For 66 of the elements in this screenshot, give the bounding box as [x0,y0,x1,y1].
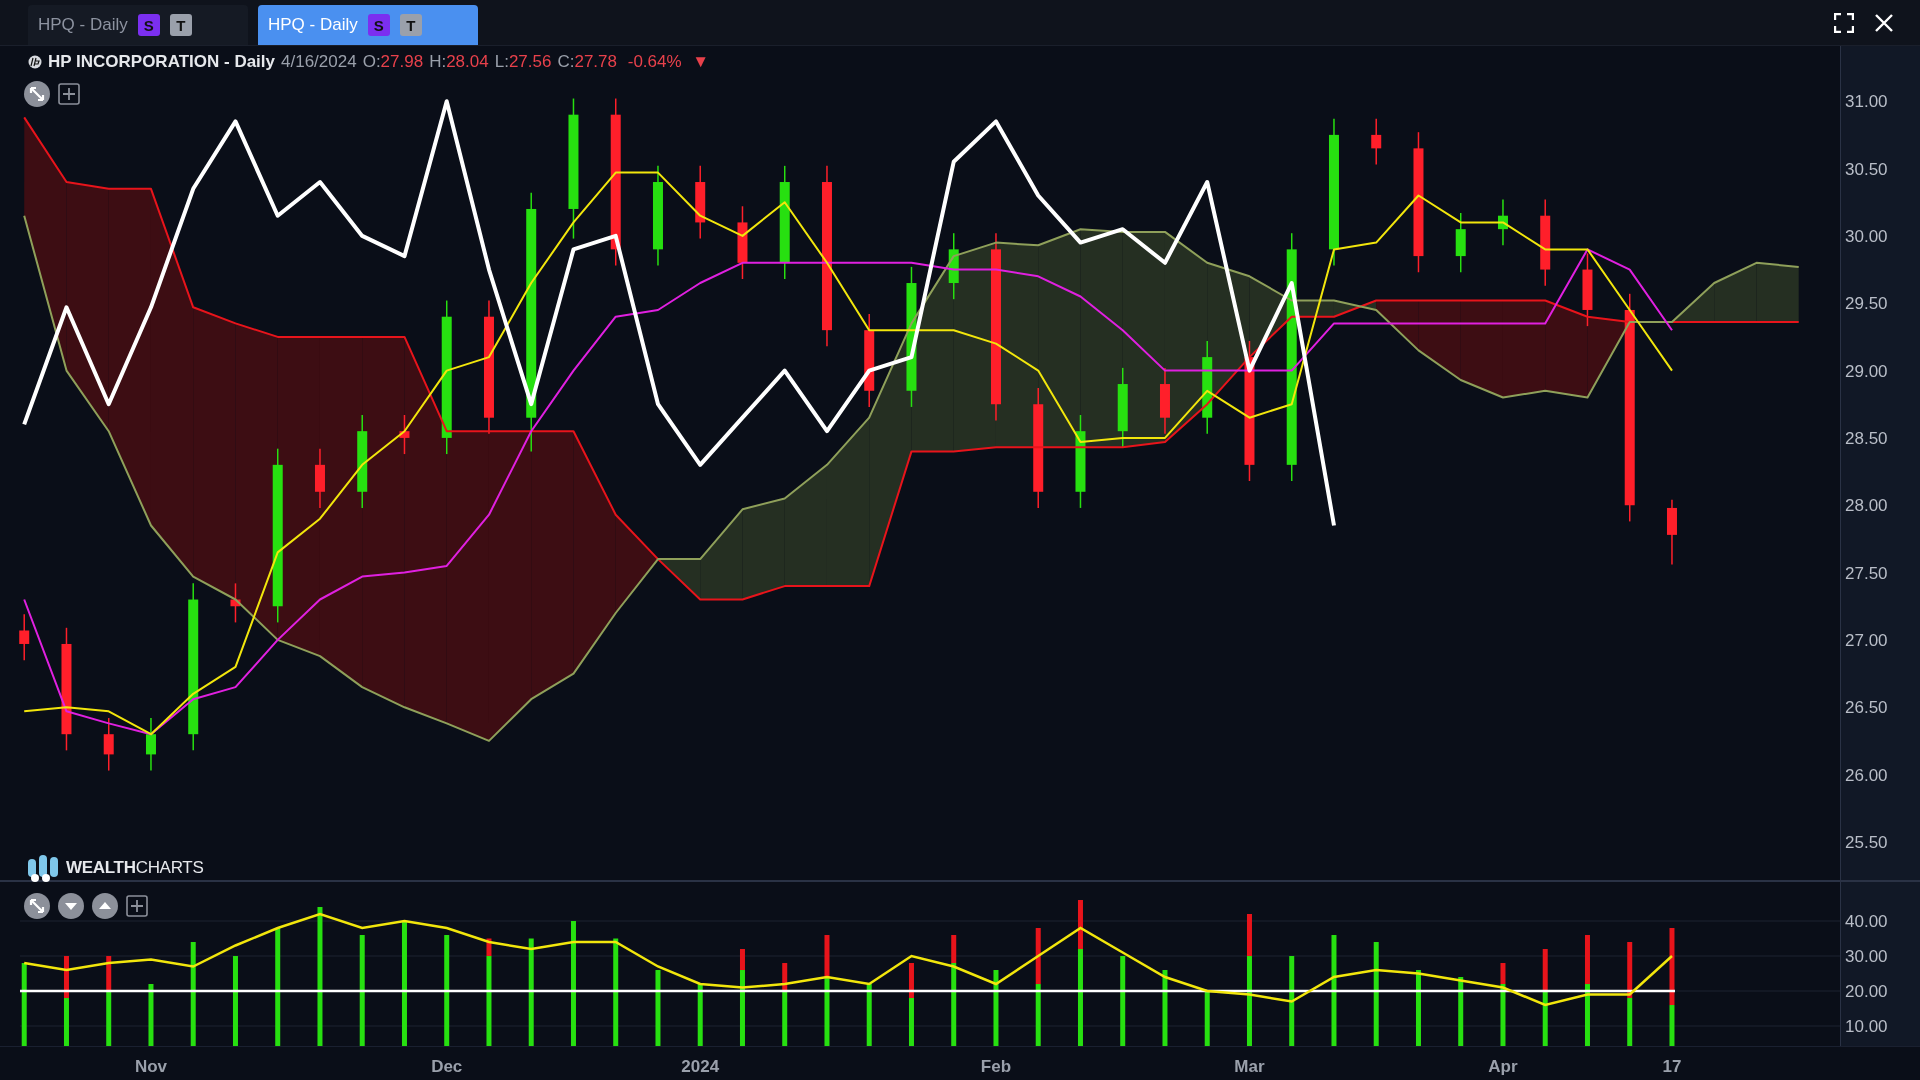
date-axis-label: Apr [1488,1057,1518,1076]
ohlc-value: H:28.04 [429,52,489,72]
add-icon[interactable] [58,83,80,105]
down-arrow: ▼ [691,52,710,72]
cloud-area [1756,262,1799,323]
brand-name: WEALTHCHARTS [66,858,204,878]
date-axis-label: 17 [1662,1057,1682,1076]
candlestick [19,613,30,661]
price-axis-label: 30.00 [1845,226,1888,246]
candlestick [1159,367,1170,435]
price-axis-label: 29.00 [1845,361,1888,381]
price-axis-label: 26.00 [1845,765,1888,785]
date-axis-label: Feb [980,1057,1012,1076]
candlestick [230,582,241,624]
price-axis-label: 25.50 [1845,832,1888,852]
price-axis-label: 26.50 [1845,698,1888,718]
chart-tab[interactable]: HPQ - Daily S T [28,5,248,45]
candlestick [1371,118,1382,166]
candlestick [1455,212,1466,273]
price-axis-label: 31.00 [1845,92,1888,112]
logo-icon [26,853,60,883]
ohlc-value: L:27.56 [494,52,552,72]
expand-icon[interactable] [24,81,50,107]
volume-bar [1458,977,1464,1046]
volume-bar [148,984,154,1046]
change-percent: -0.64% [626,52,682,72]
tab-badge: T [169,14,192,36]
date-axis-label: Nov [134,1057,168,1076]
symbol-title: HP INCORPORATION - Daily [48,52,275,72]
tab-badge: S [367,14,390,36]
expand-icon[interactable] [24,893,50,919]
price-axis-label: 27.50 [1845,563,1888,583]
logo-icon [28,55,42,69]
volume-axis-label: 20.00 [1845,982,1888,1001]
candlestick [948,232,959,300]
move-down-icon[interactable] [58,893,84,919]
volume-bar [866,984,872,1046]
volume-axis-label: 10.00 [1845,1017,1888,1036]
price-axis-label: 29.50 [1845,294,1888,314]
volume-bar [697,984,703,1046]
price-axis-label: 30.50 [1845,159,1888,179]
candlestick [146,717,156,772]
close-icon[interactable] [1874,12,1894,33]
date-axis-label: 2024 [681,1057,720,1076]
ohlc-value: O:27.98 [362,52,424,72]
add-icon[interactable] [126,895,148,917]
price-axis-label: 28.50 [1845,428,1888,448]
volume-axis-label: 30.00 [1845,947,1888,966]
bar-date: 4/16/2024 [281,52,357,72]
candlestick [315,447,325,509]
volume-axis-label: 40.00 [1845,912,1888,931]
candlestick [1497,198,1508,247]
candlestick [399,414,410,455]
tab-badge: S [137,14,160,36]
move-up-icon[interactable] [92,893,118,919]
fullscreen-icon[interactable] [1834,12,1854,33]
candlestick [1666,499,1677,566]
date-axis-label: Mar [1234,1057,1265,1076]
candlestick [103,717,114,772]
chart-tab[interactable]: HPQ - Daily S T [258,5,478,45]
ohlc-value: C:27.78 [557,52,617,72]
date-axis-label: Dec [431,1057,463,1076]
volume-bar [1204,991,1210,1046]
tab-badge: T [399,14,422,36]
price-axis-label: 28.00 [1845,496,1888,516]
price-axis-label: 27.00 [1845,630,1888,650]
